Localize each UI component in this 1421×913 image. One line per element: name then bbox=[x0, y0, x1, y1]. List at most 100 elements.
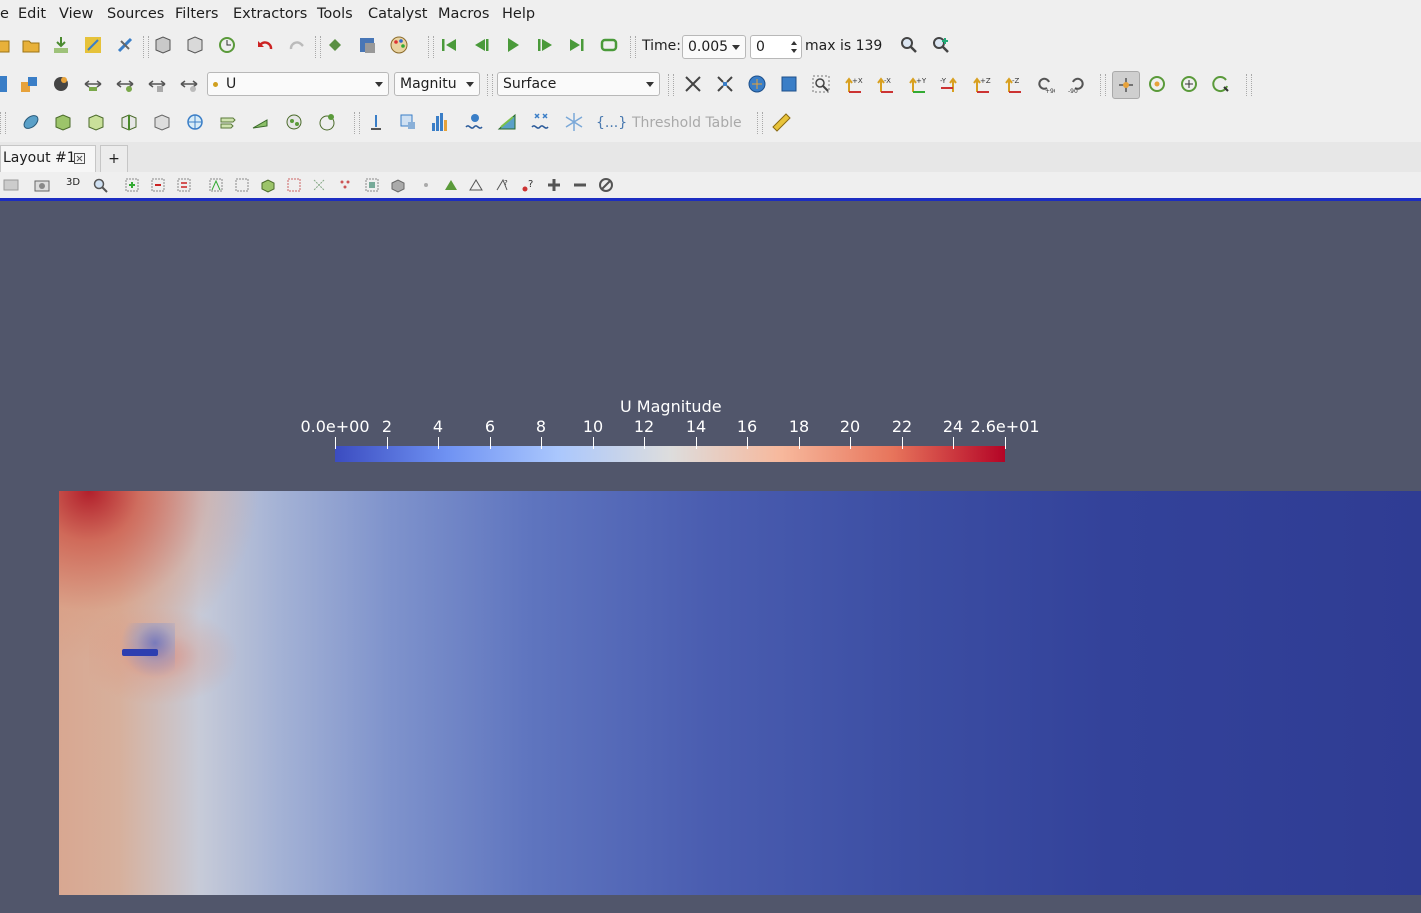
play-icon[interactable] bbox=[502, 34, 524, 56]
ruler-icon[interactable] bbox=[770, 111, 792, 133]
loop-icon[interactable] bbox=[598, 34, 620, 56]
tab-layout-1[interactable]: Layout #1 bbox=[0, 145, 96, 172]
menu-tools[interactable]: Tools bbox=[317, 6, 353, 22]
toolbar-grip[interactable] bbox=[630, 36, 636, 58]
view-minus-z-icon[interactable]: -Z bbox=[1002, 73, 1024, 95]
save-data-icon[interactable] bbox=[50, 34, 72, 56]
redo-icon[interactable] bbox=[286, 34, 308, 56]
last-frame-icon[interactable] bbox=[566, 34, 588, 56]
menu-extractors[interactable]: Extractors bbox=[233, 6, 307, 22]
pick-center-icon[interactable] bbox=[1178, 73, 1200, 95]
edit-colormap-icon[interactable] bbox=[18, 73, 40, 95]
plot-selection-over-time-icon[interactable] bbox=[530, 111, 552, 133]
interactive-select-cells-icon[interactable] bbox=[259, 176, 277, 194]
calculator-filter-icon[interactable] bbox=[20, 111, 42, 133]
load-state-icon[interactable] bbox=[152, 34, 174, 56]
extract-selection-icon[interactable]: ? bbox=[493, 176, 511, 194]
toolbar-grip[interactable] bbox=[428, 36, 434, 58]
undo-icon[interactable] bbox=[254, 34, 276, 56]
probe-line-icon[interactable] bbox=[365, 111, 387, 133]
component-combo[interactable]: Magnitu bbox=[394, 72, 480, 96]
view-minus-x-icon[interactable]: -X bbox=[874, 73, 896, 95]
edit-selection-icon[interactable] bbox=[442, 176, 460, 194]
plot-over-line-icon[interactable] bbox=[397, 111, 419, 133]
plot-data-icon[interactable] bbox=[497, 111, 519, 133]
velocity-field-surface[interactable] bbox=[59, 491, 1421, 895]
threshold-filter-icon[interactable] bbox=[151, 111, 173, 133]
contour-filter-icon[interactable] bbox=[52, 111, 74, 133]
rescale-visible-icon[interactable] bbox=[178, 73, 200, 95]
view-zoom-icon[interactable] bbox=[91, 176, 109, 194]
cell-size-icon[interactable] bbox=[563, 111, 585, 133]
toolbar-grip[interactable] bbox=[1246, 74, 1252, 96]
select-points-frustum-icon[interactable] bbox=[207, 176, 225, 194]
open-icon[interactable] bbox=[0, 34, 12, 56]
zoom-to-box-icon[interactable] bbox=[778, 73, 800, 95]
reset-range-icon[interactable] bbox=[50, 73, 72, 95]
warp-vector-icon[interactable] bbox=[283, 111, 305, 133]
toolbar-grip[interactable] bbox=[487, 74, 493, 96]
stream-tracer-icon[interactable] bbox=[250, 111, 272, 133]
menu-catalyst[interactable]: Catalyst bbox=[368, 6, 427, 22]
spin-arrows-icon[interactable] bbox=[790, 39, 798, 55]
toolbar-grip[interactable] bbox=[143, 36, 149, 58]
glyph-filter-icon[interactable] bbox=[217, 111, 239, 133]
clear-all-selection-icon[interactable] bbox=[597, 176, 615, 194]
threshold-table-button[interactable]: Threshold Table bbox=[632, 115, 742, 131]
color-legend-toggle-icon[interactable] bbox=[0, 73, 10, 95]
toolbar-grip[interactable] bbox=[315, 36, 321, 58]
rotate-plus-90-icon[interactable]: +90 bbox=[1034, 73, 1056, 95]
hover-query-icon[interactable]: ? bbox=[519, 176, 537, 194]
reset-camera-icon[interactable] bbox=[682, 73, 704, 95]
python-shell-icon[interactable] bbox=[324, 34, 346, 56]
toggle-3d-button[interactable]: 3D bbox=[66, 177, 80, 188]
interactive-select-points-icon[interactable] bbox=[285, 176, 303, 194]
hover-cells-icon[interactable] bbox=[336, 176, 354, 194]
toolbar-grip[interactable] bbox=[668, 74, 674, 96]
zoom-to-box-magnifier-icon[interactable] bbox=[810, 73, 832, 95]
group-datasets-icon[interactable] bbox=[316, 111, 338, 133]
zoom-to-data-icon[interactable] bbox=[898, 34, 920, 56]
menu-view[interactable]: View bbox=[59, 6, 93, 22]
select-points-on-icon[interactable] bbox=[149, 176, 167, 194]
menu-macros[interactable]: Macros bbox=[438, 6, 489, 22]
color-array-combo[interactable]: U bbox=[207, 72, 389, 96]
time-value-combo[interactable]: 0.005 bbox=[682, 35, 746, 59]
rescale-range-icon[interactable] bbox=[82, 73, 104, 95]
view-plus-z-icon[interactable]: +Z bbox=[970, 73, 992, 95]
clip-filter-icon[interactable] bbox=[85, 111, 107, 133]
python-calculator-icon[interactable]: {...} bbox=[596, 115, 627, 131]
rotate-center-icon[interactable] bbox=[1210, 73, 1232, 95]
link-camera-icon[interactable] bbox=[2, 176, 20, 194]
add-selection-icon[interactable] bbox=[545, 176, 563, 194]
zoom-closest-icon[interactable] bbox=[930, 34, 952, 56]
previous-frame-icon[interactable] bbox=[470, 34, 492, 56]
next-frame-icon[interactable] bbox=[534, 34, 556, 56]
menu-sources[interactable]: Sources bbox=[107, 6, 164, 22]
first-frame-icon[interactable] bbox=[438, 34, 460, 56]
disconnect-icon[interactable] bbox=[114, 34, 136, 56]
shrink-selection-icon[interactable] bbox=[389, 176, 407, 194]
view-minus-y-icon[interactable]: -Y bbox=[938, 73, 960, 95]
plot-over-time-icon[interactable] bbox=[464, 111, 486, 133]
menu-filters[interactable]: Filters bbox=[175, 6, 218, 22]
toolbar-grip[interactable] bbox=[354, 112, 360, 134]
open-folder-icon[interactable] bbox=[20, 34, 42, 56]
macro-icon[interactable] bbox=[356, 34, 378, 56]
save-state-icon[interactable] bbox=[184, 34, 206, 56]
timestep-spinbox[interactable]: 0 bbox=[750, 35, 802, 59]
grow-selection-icon[interactable] bbox=[363, 176, 381, 194]
extract-subset-icon[interactable] bbox=[184, 111, 206, 133]
rescale-temporal-icon[interactable] bbox=[146, 73, 168, 95]
representation-combo[interactable]: Surface bbox=[497, 72, 660, 96]
toolbar-grip[interactable] bbox=[1100, 74, 1106, 96]
show-center-icon[interactable] bbox=[1112, 71, 1140, 99]
reset-center-icon[interactable] bbox=[1146, 73, 1168, 95]
palette-icon[interactable] bbox=[388, 34, 410, 56]
render-view[interactable]: U Magnitude 0.0e+00 2 4 6 8 10 12 14 16 18 20 22 24 2… bbox=[0, 201, 1421, 913]
toolbar-grip[interactable] bbox=[0, 112, 6, 134]
menu-edit[interactable]: Edit bbox=[18, 6, 46, 22]
toolbar-grip[interactable] bbox=[757, 112, 763, 134]
hover-points-icon[interactable] bbox=[310, 176, 328, 194]
connect-icon[interactable] bbox=[82, 34, 104, 56]
